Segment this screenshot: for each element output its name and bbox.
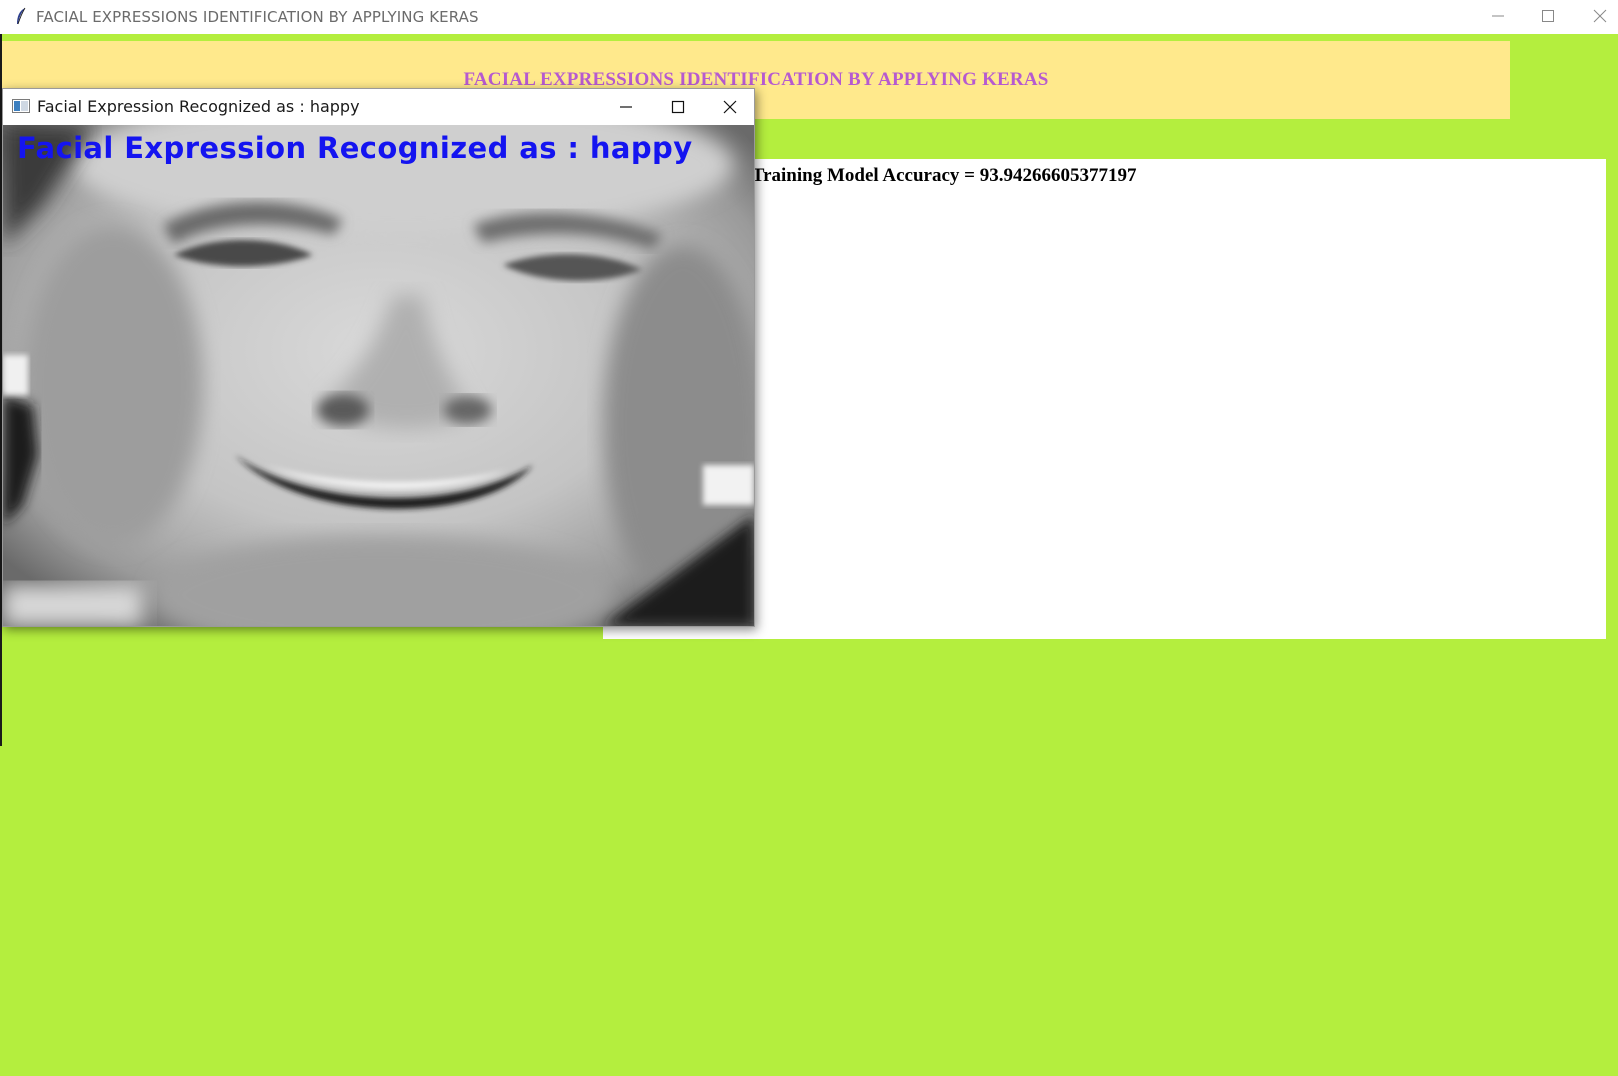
main-title-bar[interactable]: FACIAL EXPRESSIONS IDENTIFICATION BY APP… <box>0 0 1618 34</box>
accuracy-output-text: s Training Model Accuracy = 93.942666053… <box>740 165 1137 186</box>
window-title: FACIAL EXPRESSIONS IDENTIFICATION BY APP… <box>36 8 479 26</box>
image-window-icon <box>12 99 30 113</box>
maximize-icon <box>671 100 685 114</box>
main-window: FACIAL EXPRESSIONS IDENTIFICATION BY APP… <box>0 0 1618 1076</box>
maximize-button[interactable] <box>1522 0 1574 32</box>
recognition-popup-window[interactable]: Facial Expression Recognized as : happy <box>2 88 755 627</box>
face-image: Facial Expression Recognized as : happy <box>3 125 754 626</box>
minimize-icon <box>620 106 632 108</box>
maximize-icon <box>1542 10 1554 22</box>
recognition-overlay-label: Facial Expression Recognized as : happy <box>17 131 693 165</box>
popup-minimize-button[interactable] <box>601 91 651 123</box>
close-button[interactable] <box>1574 0 1618 32</box>
popup-close-button[interactable] <box>705 91 755 123</box>
feather-icon <box>17 7 26 25</box>
popup-title: Facial Expression Recognized as : happy <box>37 97 360 116</box>
close-icon <box>723 100 737 114</box>
popup-title-bar[interactable]: Facial Expression Recognized as : happy <box>3 89 754 125</box>
face-photo <box>3 125 754 626</box>
close-icon <box>1593 9 1607 23</box>
minimize-button[interactable] <box>1472 0 1524 32</box>
popup-maximize-button[interactable] <box>653 91 703 123</box>
minimize-icon <box>1492 15 1504 17</box>
